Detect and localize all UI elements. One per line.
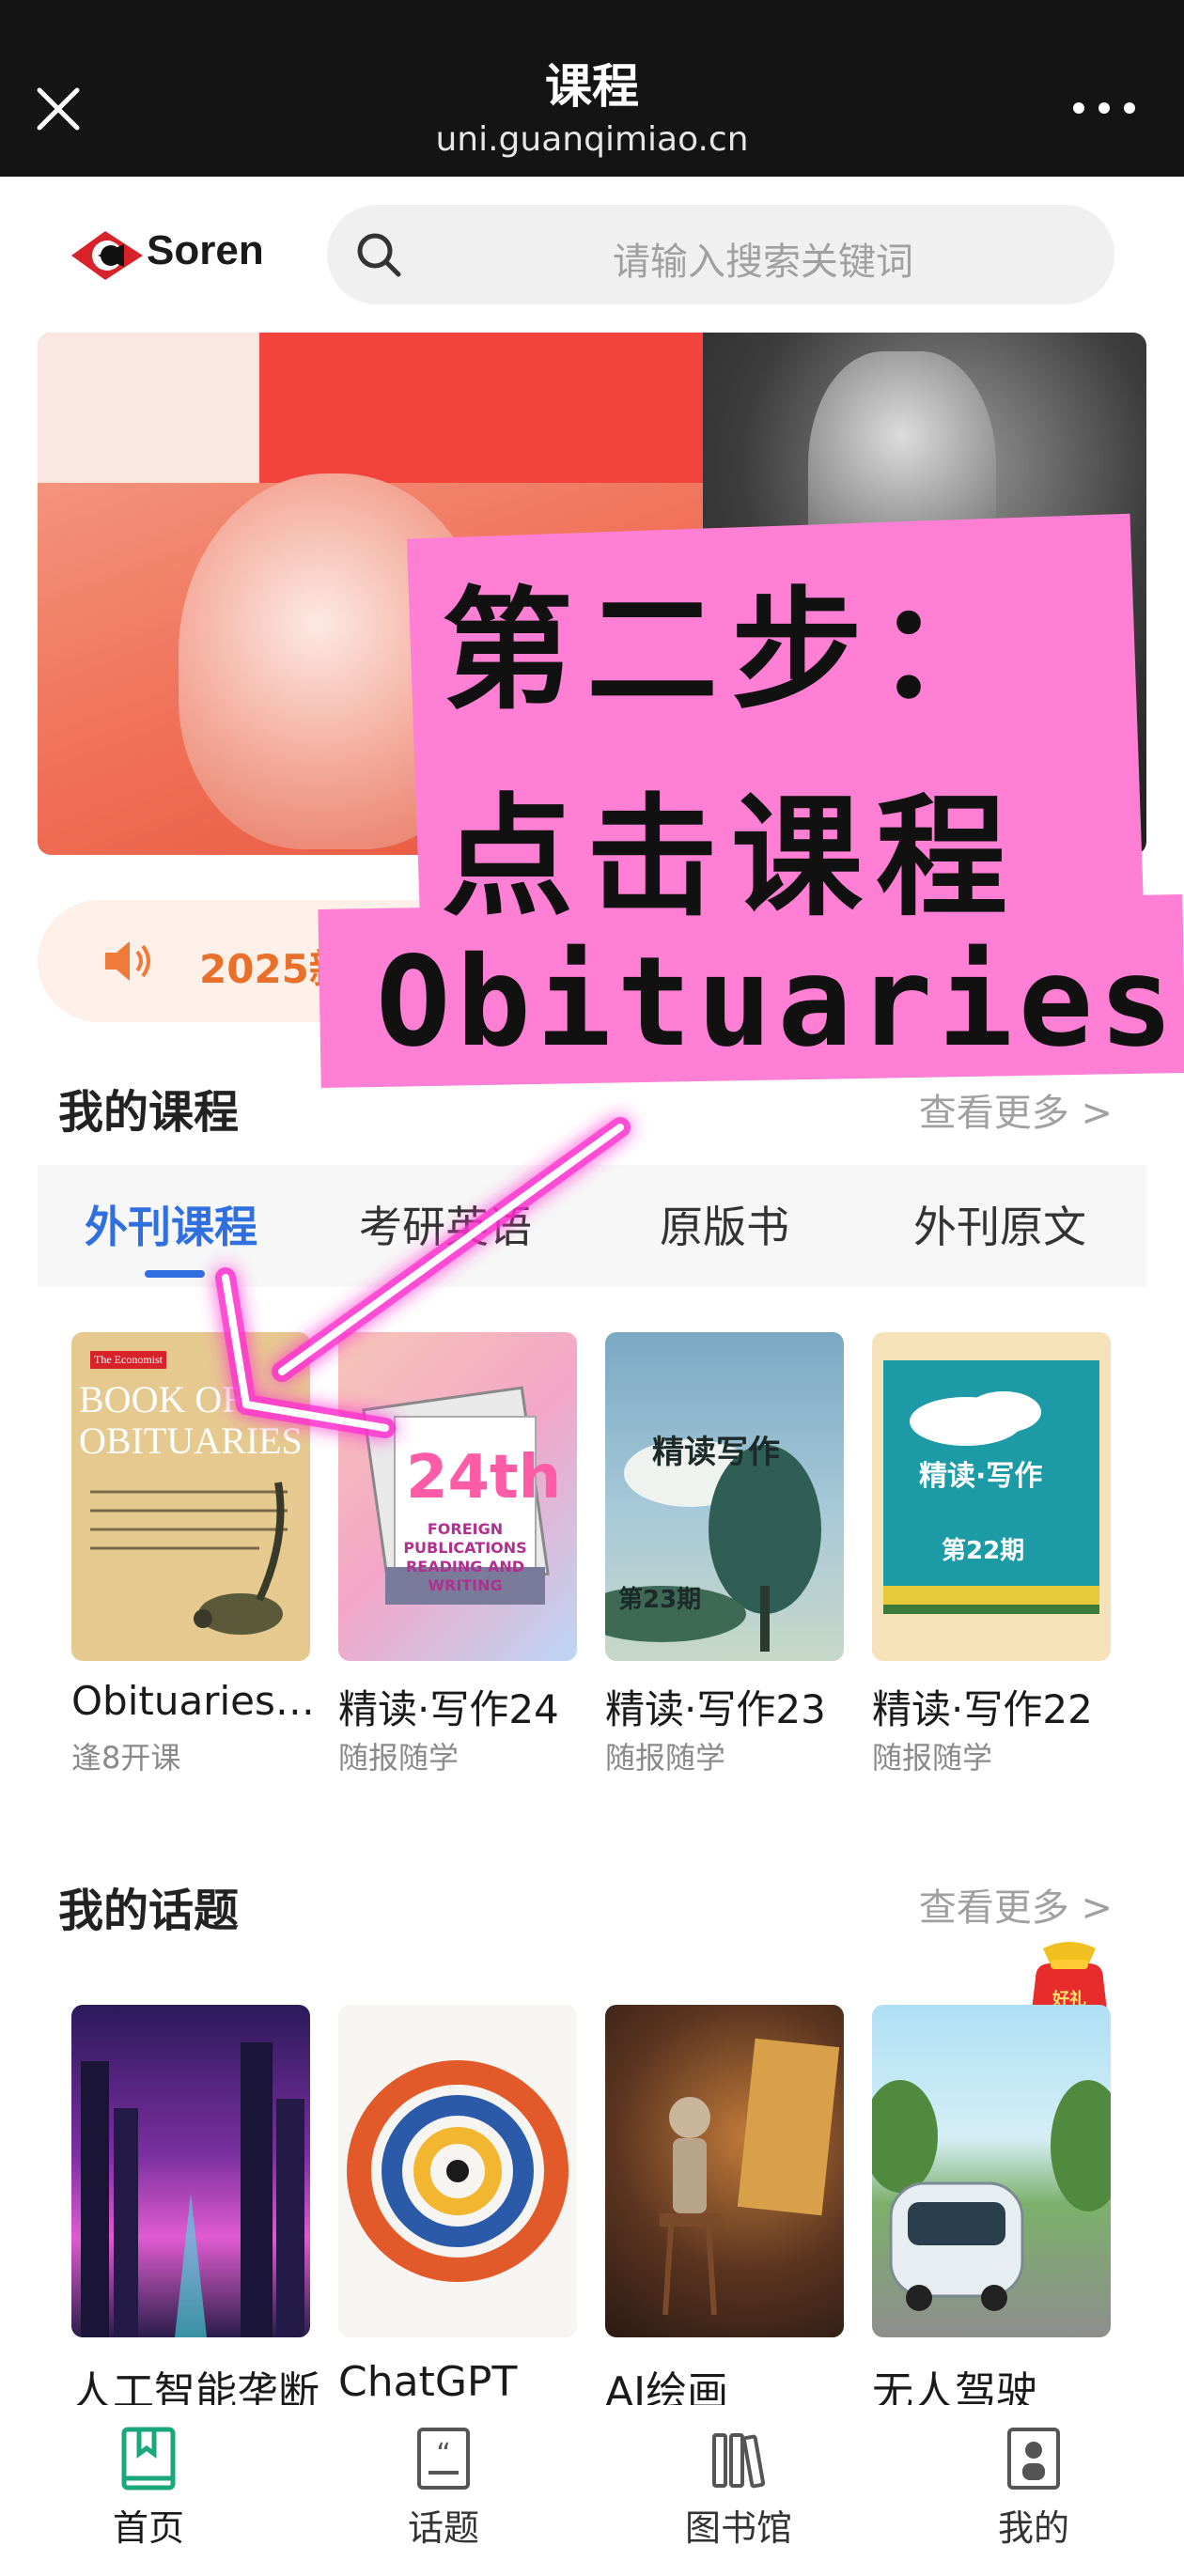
nav-topics[interactable]: “ 话题 [350, 2426, 537, 2551]
bookmark-book-icon [121, 2427, 176, 2491]
course-name: 精读·写作22 [872, 1686, 1093, 1732]
nav-topics-label: 话题 [407, 2507, 479, 2549]
brand-name: Soren [147, 227, 264, 273]
topic-cover-ai-painting [605, 2005, 844, 2337]
tab-postgrad-english[interactable]: 考研英语 [359, 1193, 532, 1255]
course-cover-24: 24th FOREIGN PUBLICATIONS READING AND WR… [338, 1332, 577, 1661]
cover-title-23: 精读写作 [652, 1434, 780, 1471]
annotation-action-text: 点击课程 [442, 782, 1021, 935]
course-schedule: 随报随学 [605, 1740, 726, 1776]
svg-text:“: “ [436, 2438, 451, 2471]
annotation-step-text: 第二步： [442, 575, 1021, 728]
page-title: 课程 [545, 59, 639, 114]
books-shelf-icon [712, 2433, 766, 2489]
swirl-illustration-icon [347, 2060, 569, 2282]
nav-library-label: 图书馆 [684, 2507, 792, 2549]
speaker-icon [105, 941, 150, 981]
banner-decor-block [38, 333, 259, 483]
course-name: 精读·写作24 [338, 1686, 559, 1732]
bottom-nav: 首页 “ 话题 图书馆 我的 [0, 2405, 1184, 2576]
cover-caption-24: FOREIGN PUBLICATIONS READING AND WRITING [403, 1520, 527, 1594]
cover-issue-23: 第23期 [618, 1586, 702, 1614]
profile-icon [1007, 2428, 1060, 2490]
nav-profile-label: 我的 [997, 2507, 1069, 2549]
bird-illustration-icon [90, 1482, 288, 1635]
course-schedule: 随报随学 [872, 1740, 993, 1776]
topic-cover-ai-monopoly [71, 2005, 310, 2337]
course-schedule: 随报随学 [338, 1740, 460, 1776]
course-cover-obituaries: The Economist BOOK OF OBITUARIES [71, 1332, 310, 1661]
page-domain: uni.guanqimiao.cn [435, 120, 749, 159]
tab-foreign-journal-courses[interactable]: 外刊课程 [85, 1193, 257, 1255]
nav-library[interactable]: 图书馆 [645, 2426, 833, 2551]
nav-profile[interactable]: 我的 [940, 2426, 1128, 2551]
top-bar: 课程 uni.guanqimiao.cn [0, 0, 1184, 177]
tab-original-books[interactable]: 原版书 [660, 1193, 789, 1255]
topic-cover-autonomous-driving [872, 2005, 1111, 2337]
cloud-field-illustration-icon [883, 1391, 1099, 1614]
course-cover-22: 精读·写作 第22期 [872, 1332, 1111, 1661]
more-options-icon[interactable] [1071, 94, 1137, 122]
autonomous-bus-illustration-icon [872, 2080, 1111, 2311]
search-input[interactable]: 请输入搜索关键词 [327, 205, 1114, 304]
quote-icon: “ [417, 2428, 470, 2490]
cover-title-22: 精读·写作 [919, 1460, 1043, 1493]
topic-name: ChatGPT [338, 2358, 518, 2406]
soren-logo-icon [71, 231, 143, 280]
course-schedule: 逢8开课 [71, 1740, 181, 1776]
banner-red-block [259, 333, 703, 483]
tab-foreign-journal-texts[interactable]: 外刊原文 [913, 1193, 1086, 1255]
annotation-target-text: Obituaries [376, 930, 1179, 1075]
topics-more-link[interactable]: 查看更多 > [919, 1877, 1113, 1932]
robot-painter-illustration-icon [660, 2038, 840, 2316]
course-name: 精读·写作23 [605, 1686, 826, 1732]
my-topics-title: 我的话题 [58, 1885, 240, 1937]
cover-number-24: 24th [406, 1443, 562, 1513]
cover-issue-22: 第22期 [942, 1537, 1025, 1565]
course-name: Obituaries… [71, 1678, 315, 1724]
active-tab-indicator [145, 1270, 205, 1278]
search-placeholder: 请输入搜索关键词 [613, 241, 913, 284]
topic-cover-chatgpt [338, 2005, 577, 2337]
city-skyline-illustration-icon [81, 2042, 304, 2337]
course-tabs: 外刊课程 考研英语 原版书 外刊原文 [38, 1165, 1146, 1287]
nav-home[interactable]: 首页 [55, 2426, 242, 2551]
my-courses-title: 我的课程 [58, 1086, 240, 1139]
course-cover-23: 精读写作 第23期 [605, 1332, 844, 1661]
courses-more-link[interactable]: 查看更多 > [919, 1082, 1113, 1137]
nav-home-label: 首页 [112, 2507, 184, 2549]
